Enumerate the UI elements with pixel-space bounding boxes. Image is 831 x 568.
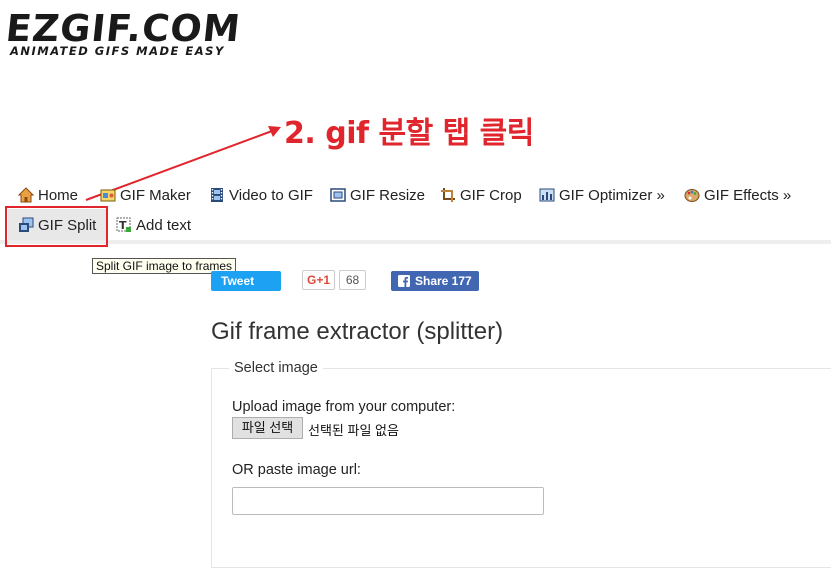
gif-maker-icon [100,189,116,202]
nav-gif-effects-label: GIF Effects » [704,186,792,204]
optimizer-icon [539,188,555,202]
nav-gif-maker[interactable]: GIF Maker [100,184,191,206]
gplus-count: 68 [339,270,366,290]
nav-gif-optimizer-label: GIF Optimizer » [559,186,665,204]
facebook-share-label: Share 177 [415,274,472,288]
resize-icon [330,188,346,202]
gplus-button[interactable]: G+1 [302,270,335,290]
gplus-label: G+1 [306,273,330,287]
image-url-input[interactable] [232,487,544,515]
facebook-share-button[interactable]: Share 177 [391,271,479,291]
nav-add-text[interactable]: T Add text [116,214,191,236]
nav-gif-resize[interactable]: GIF Resize [330,184,425,206]
nav-divider [0,240,831,244]
crop-icon [441,188,455,202]
nav-gif-crop-label: GIF Crop [460,186,522,204]
nav-home[interactable]: Home [18,184,78,206]
home-icon [18,187,34,203]
tweet-label: Tweet [221,274,255,288]
nav-gif-crop[interactable]: GIF Crop [440,184,522,206]
nav-gif-effects[interactable]: GIF Effects » [684,184,791,206]
nav-gif-resize-label: GIF Resize [350,186,426,204]
nav-add-text-label: Add text [136,216,192,234]
file-status-text: 선택된 파일 없음 [308,423,399,438]
tweet-button[interactable]: Tweet [211,271,281,291]
nav-gif-optimizer[interactable]: GIF Optimizer » [539,184,665,206]
nav-video-to-gif[interactable]: Video to GIF [209,184,313,206]
film-icon [211,188,223,202]
facebook-icon [398,275,410,287]
url-label: OR paste image url: [232,462,361,478]
nav-gif-maker-label: GIF Maker [120,186,191,204]
page-title: Gif frame extractor (splitter) [211,318,504,345]
nav-video-to-gif-label: Video to GIF [229,186,313,204]
upload-label: Upload image from your computer: [232,399,456,415]
select-image-legend: Select image [229,360,323,376]
highlight-box [5,206,108,247]
text-icon: T [116,217,131,232]
svg-text:T: T [119,219,127,232]
palette-icon [684,189,700,202]
file-select-button[interactable]: 파일 선택 [232,417,303,439]
nav-home-label: Home [38,186,79,204]
